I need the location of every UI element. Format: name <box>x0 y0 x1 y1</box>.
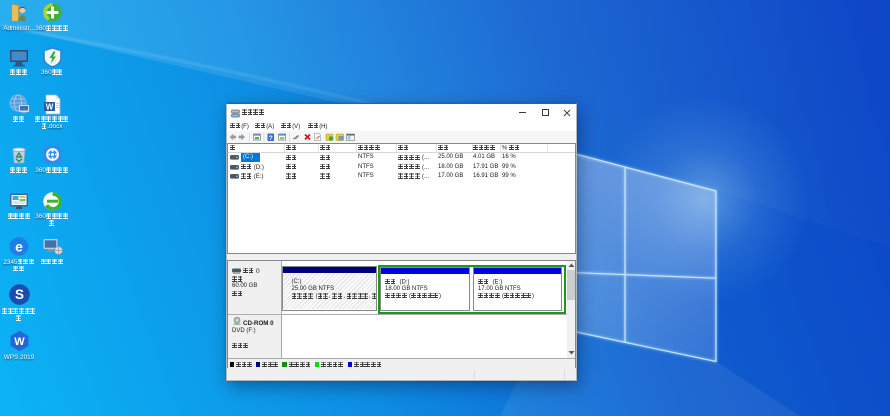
svg-text:S: S <box>15 287 24 302</box>
svg-text:W: W <box>14 336 25 348</box>
svg-text:W: W <box>46 103 54 112</box>
svg-text:e: e <box>15 239 23 255</box>
svg-text:?: ? <box>269 135 273 142</box>
